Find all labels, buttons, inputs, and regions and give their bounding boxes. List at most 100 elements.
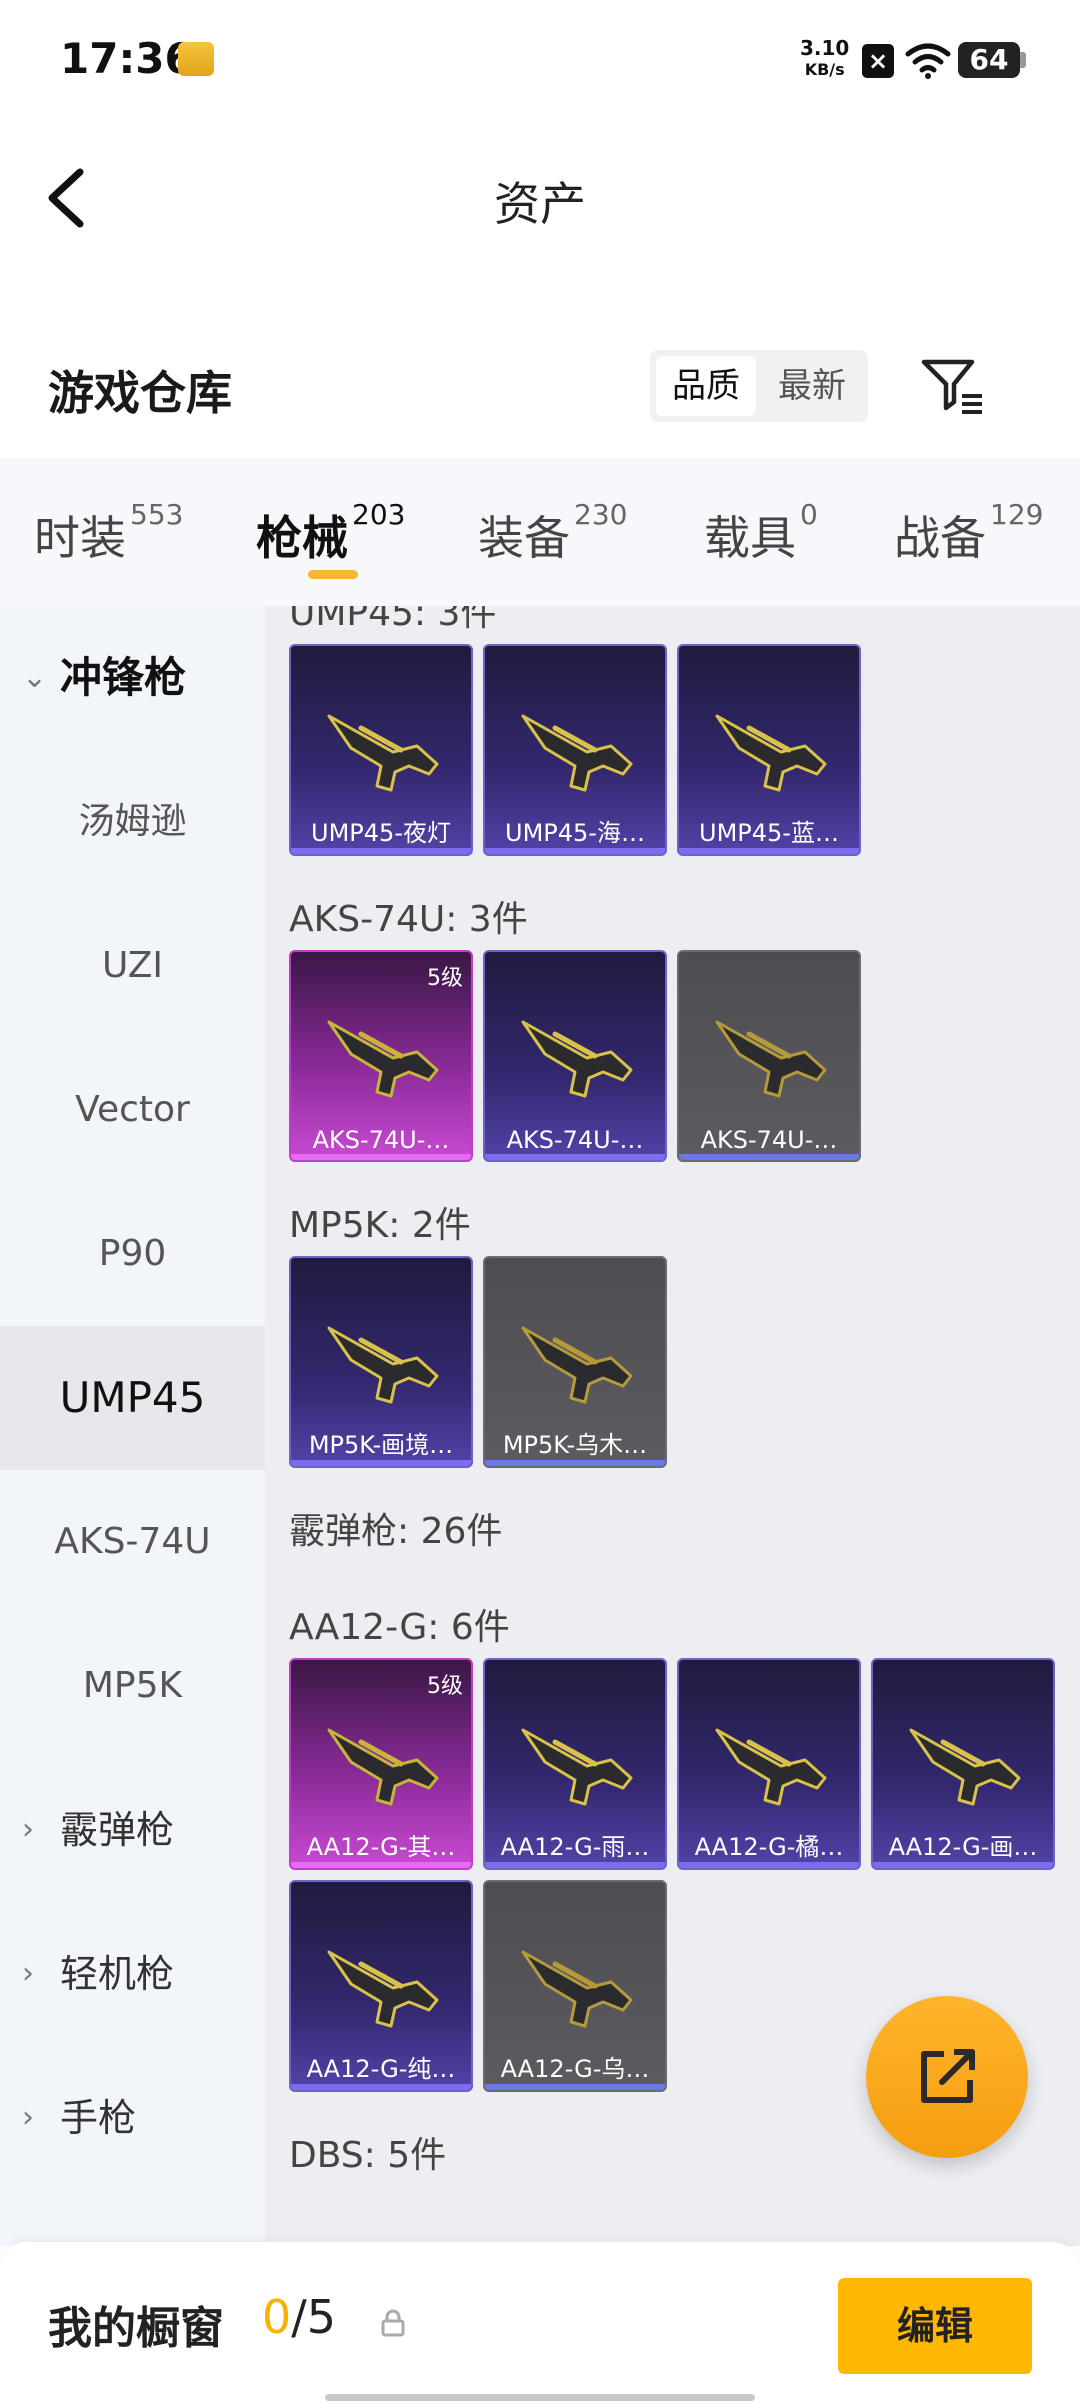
tab-count: 230	[574, 498, 628, 531]
weapon-card[interactable]: AA12-G-乌…	[483, 1880, 667, 2092]
rarity-bar	[679, 1154, 859, 1160]
sort-quality[interactable]: 品质	[656, 356, 756, 416]
weapon-card[interactable]: AA12-G-画…	[871, 1658, 1055, 1870]
weapon-name: MP5K-画境…	[308, 1431, 454, 1459]
gun-icon	[327, 1020, 439, 1098]
warehouse-title: 游戏仓库	[48, 366, 232, 420]
active-tab-indicator	[308, 570, 358, 579]
lock-icon	[381, 2309, 405, 2337]
chevron-right-icon: ›	[22, 1956, 34, 1991]
sidebar-item-vector[interactable]: Vector	[0, 1038, 265, 1182]
no-sim-icon: ×	[862, 44, 894, 78]
tab-label: 战备	[894, 511, 986, 565]
category-tabbar: 时装 553 枪械 203 装备 230 载具 0 战备 129	[0, 458, 1080, 606]
weapon-card[interactable]: MP5K-乌木…	[483, 1256, 667, 1468]
tab-count: 129	[990, 498, 1044, 531]
tab-count: 0	[800, 498, 818, 531]
home-indicator	[325, 2394, 755, 2401]
app-notification-icon	[178, 42, 214, 76]
sidebar-item-mp5k[interactable]: MP5K	[0, 1614, 265, 1758]
weapon-card[interactable]: 5级 AA12-G-其…	[289, 1658, 473, 1870]
weapon-card[interactable]: AA12-G-纯…	[289, 1880, 473, 2092]
rarity-bar	[873, 1862, 1053, 1868]
status-bar: 17:36 3.10 KB/s × 64	[0, 0, 1080, 120]
group-title: MP5K: 2件	[289, 1205, 471, 1246]
group-title: AKS-74U: 3件	[289, 899, 528, 940]
weapon-card[interactable]: UMP45-夜灯	[289, 644, 473, 856]
sidebar-category-label: 手枪	[60, 2096, 137, 2140]
weapon-card[interactable]: AA12-G-橘…	[677, 1658, 861, 1870]
tab-count: 203	[352, 498, 406, 531]
gun-icon	[715, 1020, 827, 1098]
tab-fashion[interactable]: 时装 553	[34, 498, 183, 568]
showcase-bar: 我的橱窗 0/5 编辑	[0, 2242, 1080, 2408]
weapon-name: MP5K-乌木…	[502, 1431, 648, 1459]
sidebar-category-pistol[interactable]: › 手枪	[0, 2046, 265, 2190]
weapon-card[interactable]: AA12-G-雨…	[483, 1658, 667, 1870]
weapon-card[interactable]: 5级 AKS-74U-…	[289, 950, 473, 1162]
weapon-card[interactable]: AKS-74U-…	[483, 950, 667, 1162]
gun-icon	[327, 1728, 439, 1806]
gun-icon	[521, 1326, 633, 1404]
share-button[interactable]	[866, 1996, 1028, 2158]
rarity-bar	[679, 848, 859, 854]
weapon-card[interactable]: UMP45-蓝…	[677, 644, 861, 856]
weapon-name: AA12-G-雨…	[500, 1833, 650, 1861]
wifi-icon	[905, 43, 951, 79]
weapon-name: AA12-G-纯…	[306, 2055, 456, 2083]
tab-tactical[interactable]: 战备 129	[894, 498, 1043, 568]
battery-indicator: 64	[958, 42, 1020, 78]
tab-count: 553	[130, 498, 184, 531]
weapon-name: AA12-G-乌…	[500, 2055, 650, 2083]
sidebar-item-thompson[interactable]: 汤姆逊	[0, 750, 265, 894]
tab-firearms[interactable]: 枪械 203	[256, 498, 405, 568]
tab-label: 枪械	[256, 511, 348, 565]
rarity-bar	[291, 1862, 471, 1868]
gun-icon	[521, 1728, 633, 1806]
level-badge: 5级	[427, 966, 463, 991]
gun-icon	[909, 1728, 1021, 1806]
filter-icon[interactable]	[920, 356, 986, 416]
chevron-right-icon: ›	[22, 1812, 34, 1847]
group-title: AA12-G: 6件	[289, 1607, 510, 1648]
sort-toggle: 品质 最新	[650, 350, 868, 422]
showcase-count: 0/5	[262, 2290, 336, 2344]
weapon-name: AA12-G-橘…	[694, 1833, 844, 1861]
rarity-bar	[291, 1460, 471, 1466]
weapon-card[interactable]: AKS-74U-…	[677, 950, 861, 1162]
sidebar-category-lmg[interactable]: › 轻机枪	[0, 1902, 265, 2046]
weapon-name: AKS-74U-…	[700, 1126, 838, 1154]
gun-icon	[715, 714, 827, 792]
gun-icon	[327, 1326, 439, 1404]
weapon-name: AA12-G-其…	[306, 1833, 456, 1861]
sidebar-item-aks74u[interactable]: AKS-74U	[0, 1470, 265, 1614]
tab-label: 时装	[34, 511, 126, 565]
edit-button[interactable]: 编辑	[838, 2278, 1032, 2374]
status-time: 17:36	[60, 34, 194, 83]
battery-tip	[1020, 52, 1026, 68]
network-speed: 3.10 KB/s	[800, 38, 849, 80]
tab-label: 载具	[704, 511, 796, 565]
group-title: UMP45: 3件	[289, 606, 497, 634]
sort-newest[interactable]: 最新	[762, 356, 862, 416]
tab-equipment[interactable]: 装备 230	[478, 498, 627, 568]
sidebar-category-smg[interactable]: ⌄ 冲锋枪	[0, 606, 265, 750]
weapon-name: UMP45-海…	[505, 819, 645, 847]
chevron-right-icon: ›	[22, 2100, 34, 2135]
sidebar-category-shotgun[interactable]: › 霰弹枪	[0, 1758, 265, 1902]
sidebar-item-uzi[interactable]: UZI	[0, 894, 265, 1038]
sidebar-item-ump45[interactable]: UMP45	[0, 1326, 265, 1470]
share-icon	[921, 2049, 975, 2103]
level-badge: 5级	[427, 1674, 463, 1699]
weapon-card[interactable]: MP5K-画境…	[289, 1256, 473, 1468]
gun-icon	[715, 1728, 827, 1806]
rarity-bar	[291, 1154, 471, 1160]
tab-vehicles[interactable]: 载具 0	[704, 498, 818, 568]
page-title: 资产	[494, 177, 586, 231]
sidebar-category-label: 轻机枪	[60, 1952, 175, 1996]
weapon-card[interactable]: UMP45-海…	[483, 644, 667, 856]
network-speed-value: 3.10	[800, 36, 850, 60]
weapon-name: AKS-74U-…	[312, 1126, 450, 1154]
sidebar-item-p90[interactable]: P90	[0, 1182, 265, 1326]
gun-icon	[327, 714, 439, 792]
